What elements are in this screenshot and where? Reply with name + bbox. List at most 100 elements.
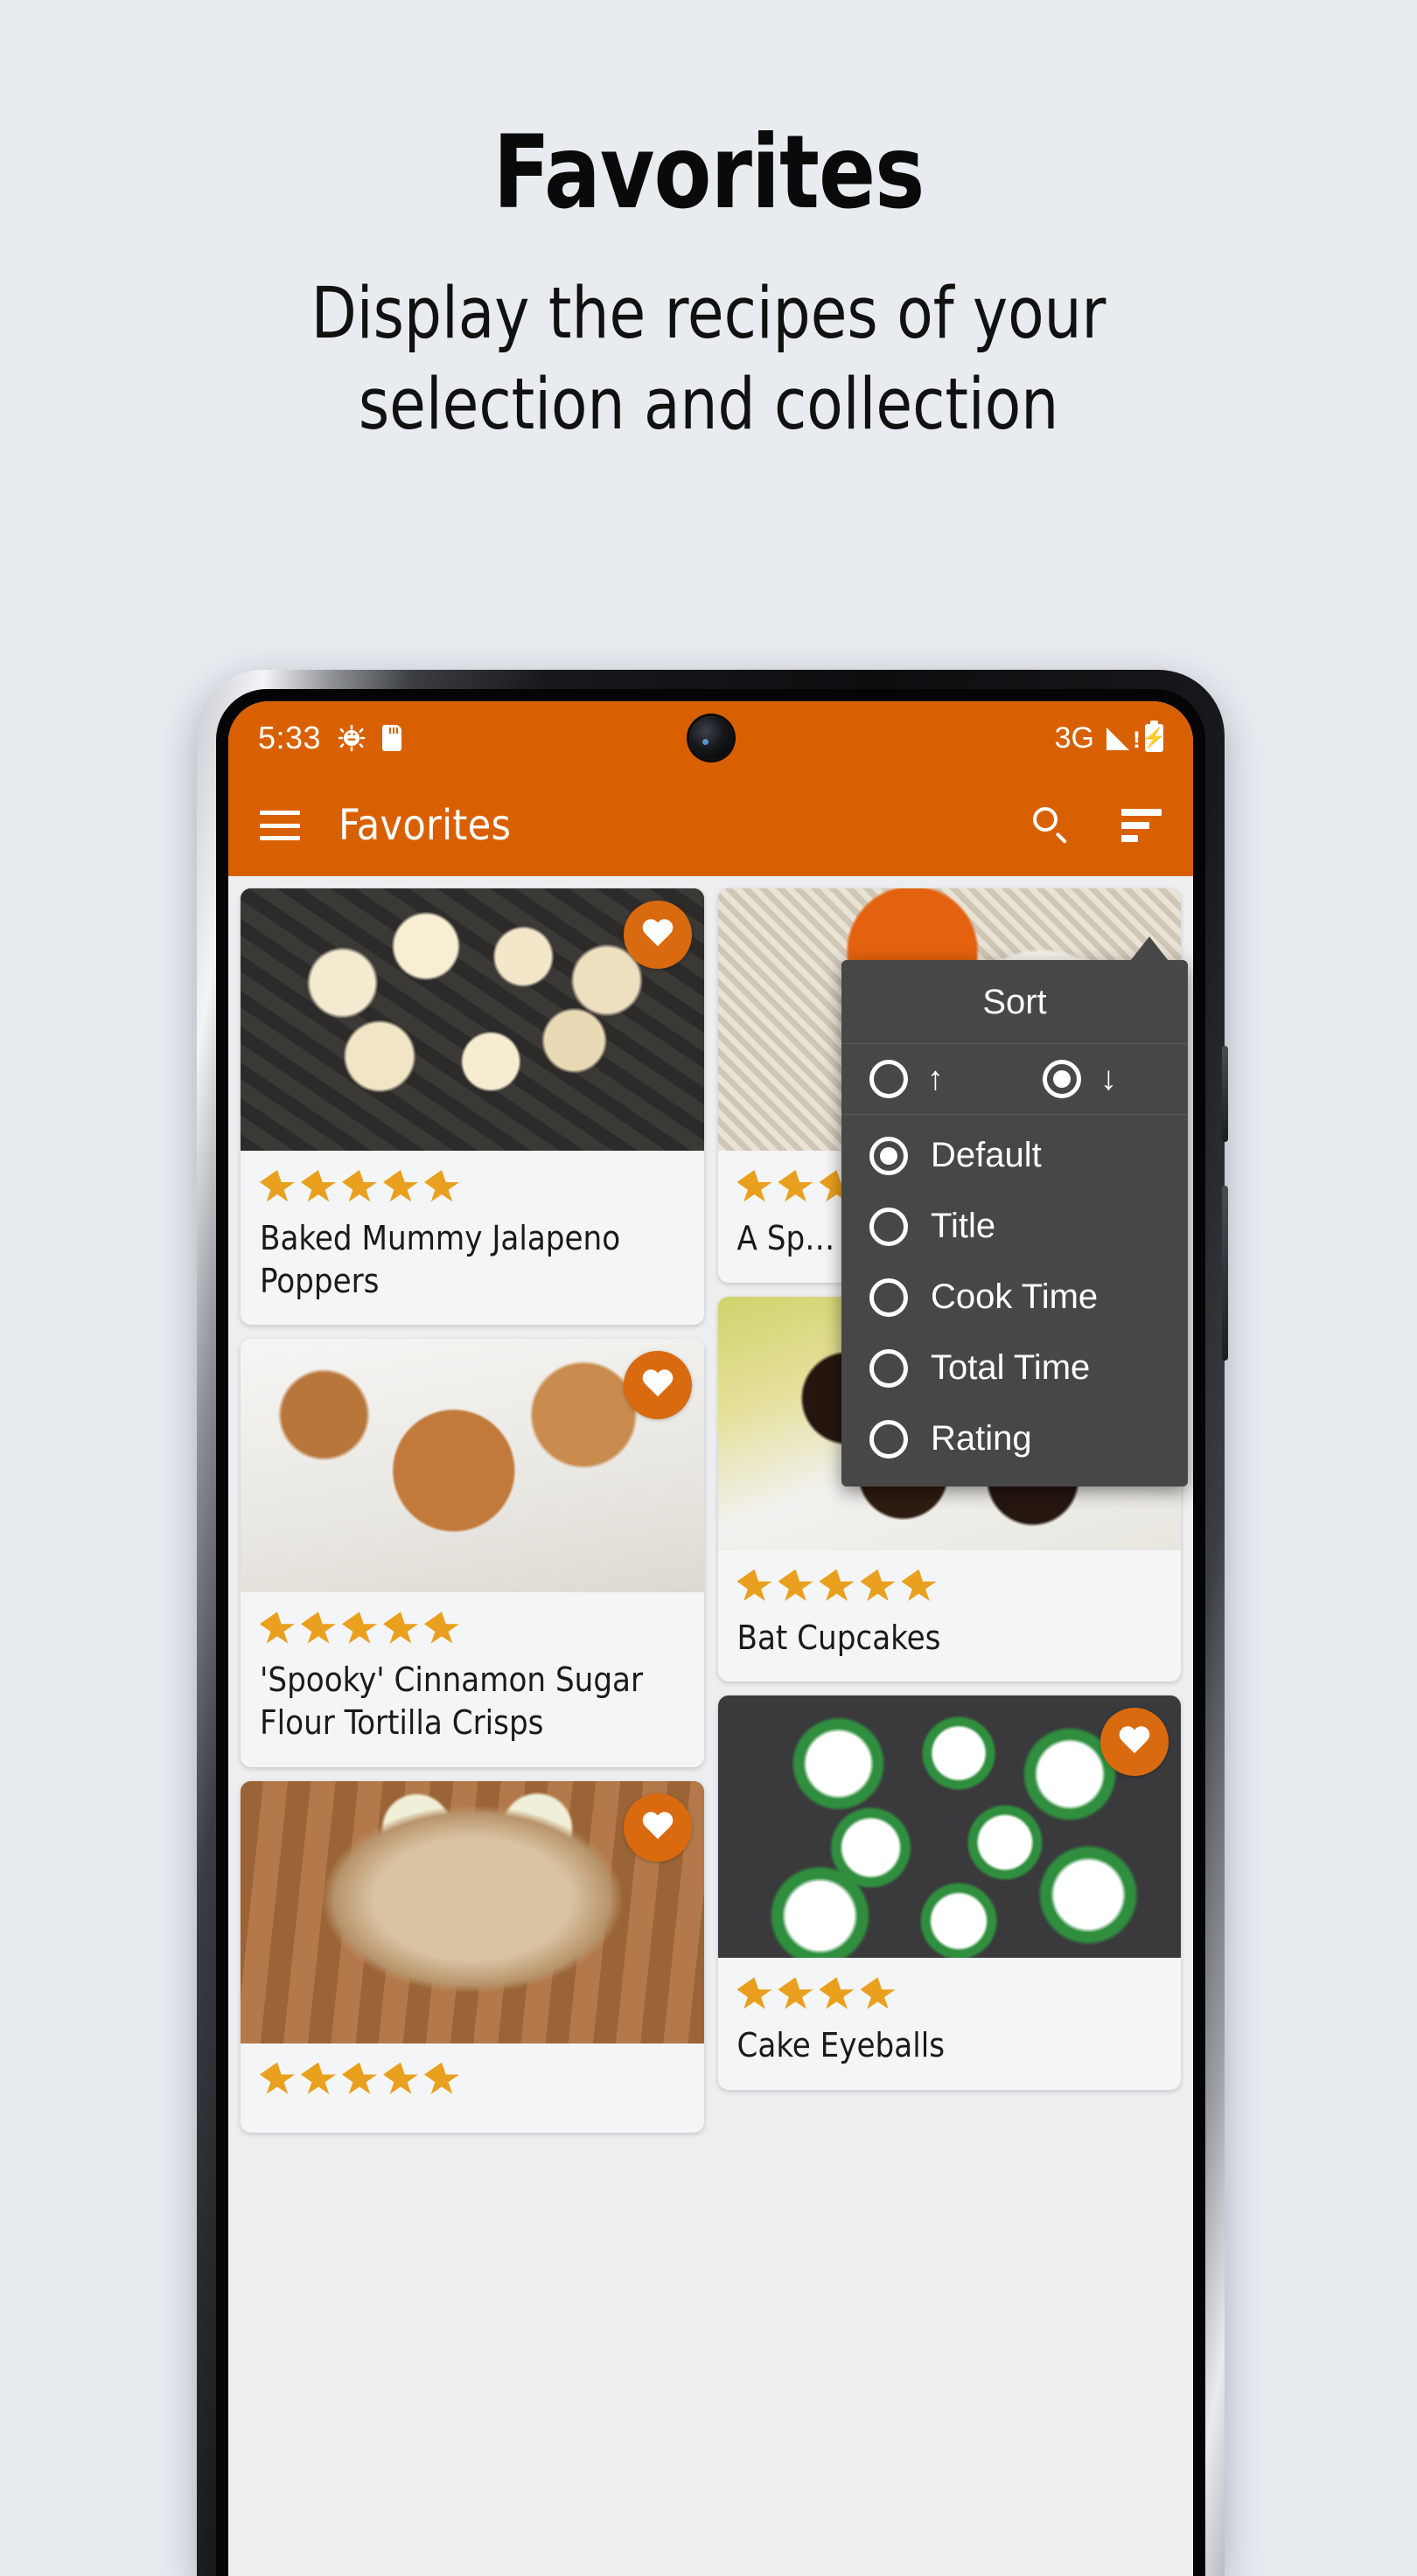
sort-option-label: Total Time	[931, 1348, 1091, 1387]
signal-warning-icon: !	[1106, 726, 1141, 752]
sort-option-label: Cook Time	[931, 1278, 1099, 1316]
arrow-down-icon: ↓	[1100, 1061, 1117, 1097]
recipe-title: 'Spooky' Cinnamon Sugar Flour Tortilla C…	[260, 1660, 644, 1742]
star-icon	[778, 1977, 813, 2009]
recipe-title: Baked Mummy Jalapeno Poppers	[260, 1219, 621, 1300]
radio-selected-icon	[869, 1136, 908, 1175]
subtitle-line-1: Display the recipes of your	[311, 273, 1106, 355]
star-icon	[260, 2062, 295, 2094]
rating-stars	[736, 1977, 1162, 2012]
recipe-card[interactable]: 'Spooky' Cinnamon Sugar Flour Tortilla C…	[241, 1339, 704, 1767]
star-icon	[860, 1977, 896, 2009]
phone-power-button	[1222, 1186, 1228, 1361]
star-icon	[342, 1612, 377, 1644]
rating-stars	[260, 2062, 685, 2098]
hamburger-menu-icon[interactable]	[260, 811, 300, 840]
radio-icon	[869, 1419, 908, 1459]
recipe-title: Bat Cupcakes	[736, 1618, 941, 1657]
star-icon	[260, 1612, 295, 1644]
promo-header: Favorites Display the recipes of your se…	[0, 0, 1417, 450]
sd-card-icon	[382, 725, 402, 751]
star-icon	[819, 1569, 855, 1602]
recipe-image	[241, 1780, 704, 2043]
network-type-label: 3G	[1054, 721, 1094, 755]
star-icon	[301, 1612, 336, 1644]
sort-direction-row: ↑ ↓	[841, 1044, 1188, 1115]
favorite-button[interactable]	[623, 1351, 692, 1420]
star-icon	[383, 1612, 418, 1644]
radio-icon	[869, 1060, 908, 1098]
app-bar-actions	[1032, 806, 1162, 845]
phone-screen: 5:33 3G ! ⚡ Favorites Baked Mummy Jalape…	[228, 701, 1193, 2576]
favorite-button[interactable]	[623, 901, 692, 969]
recipe-card[interactable]	[241, 1780, 704, 2133]
heart-icon	[1118, 1727, 1151, 1757]
recipe-image	[241, 1339, 704, 1593]
star-icon	[342, 2062, 377, 2094]
recipe-title: Cake Eyeballs	[736, 2026, 946, 2065]
sort-option-label: Rating	[931, 1419, 1032, 1458]
recipe-card[interactable]: Baked Mummy Jalapeno Poppers	[241, 888, 704, 1326]
android-bug-icon	[338, 724, 366, 752]
status-time: 5:33	[258, 720, 322, 755]
sort-direction-descending[interactable]: ↓	[1015, 1060, 1188, 1098]
star-icon	[778, 1569, 813, 1602]
status-bar: 5:33 3G ! ⚡	[228, 701, 1193, 775]
status-bar-right: 3G ! ⚡	[1054, 721, 1166, 755]
sort-option-cook-time[interactable]: Cook Time	[841, 1262, 1188, 1333]
favorite-button[interactable]	[623, 1793, 692, 1862]
radio-icon	[869, 1207, 908, 1246]
app-bar-title: Favorites	[339, 801, 512, 850]
heart-icon	[641, 920, 674, 950]
recipe-image	[241, 888, 704, 1151]
sort-icon[interactable]	[1121, 809, 1162, 842]
star-icon	[736, 1170, 772, 1202]
sort-option-total-time[interactable]: Total Time	[841, 1333, 1188, 1403]
star-icon	[301, 2062, 336, 2094]
sort-popup-title: Sort	[841, 960, 1188, 1044]
sort-option-rating[interactable]: Rating	[841, 1403, 1188, 1474]
phone-volume-button	[1222, 1046, 1228, 1142]
star-icon	[901, 1569, 937, 1602]
recipe-card-body: Baked Mummy Jalapeno Poppers	[241, 1151, 704, 1325]
radio-icon	[869, 1348, 908, 1388]
star-icon	[819, 1977, 855, 2009]
page-subtitle: Display the recipes of your selection an…	[50, 224, 1368, 450]
star-icon	[260, 1170, 295, 1202]
sort-option-label: Title	[931, 1207, 996, 1245]
phone-mockup: 5:33 3G ! ⚡ Favorites Baked Mummy Jalape…	[197, 670, 1228, 2576]
sort-option-label: Default	[931, 1136, 1042, 1174]
recipe-grid-container: Baked Mummy Jalapeno Poppers 'Spooky' Ci…	[228, 876, 1193, 2576]
search-icon[interactable]	[1032, 806, 1071, 845]
recipe-card-body: 'Spooky' Cinnamon Sugar Flour Tortilla C…	[241, 1592, 704, 1766]
star-icon	[342, 1170, 377, 1202]
sort-option-default[interactable]: Default	[841, 1120, 1188, 1191]
star-icon	[424, 2062, 459, 2094]
heart-icon	[641, 1813, 674, 1842]
recipe-card-body	[241, 2043, 704, 2133]
rating-stars	[260, 1170, 685, 1205]
sort-options-list: Default Title Cook Time Total Time Ratin…	[841, 1115, 1188, 1486]
recipe-card[interactable]: Cake Eyeballs	[717, 1695, 1182, 2090]
radio-selected-icon	[1043, 1060, 1081, 1098]
page-title: Favorites	[492, 114, 925, 232]
rating-stars	[736, 1569, 1162, 1605]
star-icon	[860, 1569, 896, 1602]
star-icon	[383, 1170, 418, 1202]
radio-icon	[869, 1278, 908, 1317]
battery-charging-icon: ⚡	[1142, 721, 1166, 752]
star-icon	[301, 1170, 336, 1202]
star-icon	[736, 1569, 772, 1602]
sort-popup-menu: Sort ↑ ↓ Default Title Cook Time Total T…	[841, 936, 1188, 1486]
sort-direction-ascending[interactable]: ↑	[841, 1060, 1015, 1098]
sort-option-title[interactable]: Title	[841, 1191, 1188, 1262]
recipe-column-left: Baked Mummy Jalapeno Poppers 'Spooky' Ci…	[241, 888, 704, 2133]
star-icon	[778, 1170, 813, 1202]
front-camera-punchhole	[688, 716, 733, 760]
recipe-card-body: Cake Eyeballs	[718, 1958, 1182, 2090]
favorite-button[interactable]	[1100, 1708, 1169, 1777]
subtitle-line-2: selection and collection	[358, 363, 1059, 446]
recipe-card-body: Bat Cupcakes	[718, 1550, 1182, 1682]
recipe-image	[717, 1695, 1181, 1959]
star-icon	[383, 2062, 418, 2094]
